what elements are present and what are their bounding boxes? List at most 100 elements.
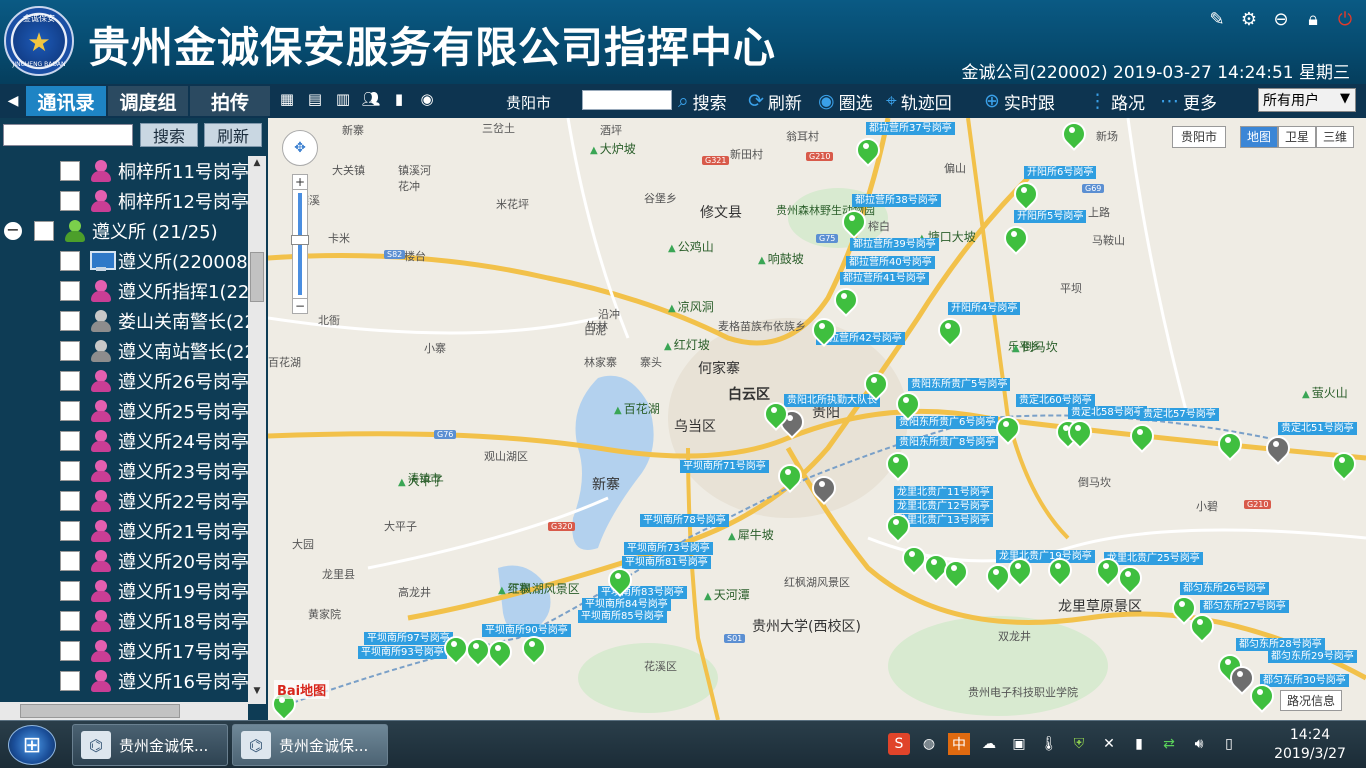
guard-post-label[interactable]: 贵定北51号岗亭	[1278, 422, 1357, 435]
tree-vertical-scrollbar[interactable]: ▲ ▼	[248, 156, 266, 704]
tree-checkbox[interactable]	[60, 641, 80, 661]
guard-location-pin[interactable]	[924, 554, 944, 580]
users-icon[interactable]: 👥︎	[360, 88, 382, 110]
tree-item[interactable]: 遵义所23号岗亭	[0, 456, 248, 486]
battery-icon[interactable]: ▯	[1218, 733, 1240, 755]
guard-post-label[interactable]: 贵阳东所贵广8号岗亭	[896, 436, 999, 449]
zoom-handle[interactable]	[291, 235, 309, 245]
guard-location-pin[interactable]	[902, 546, 922, 572]
circle-select-button[interactable]: ◉ 圈选	[818, 88, 873, 114]
hscroll-thumb[interactable]	[20, 704, 180, 718]
tree-item[interactable]: 遵义所17号岗亭	[0, 636, 248, 666]
map-city-selector[interactable]: 贵阳市	[1172, 126, 1227, 148]
tree-checkbox[interactable]	[60, 161, 80, 181]
guard-post-label[interactable]: 平坝南所73号岗亭	[624, 542, 713, 555]
zoom-slider[interactable]: + −	[291, 174, 309, 314]
sync-icon[interactable]: ⇄	[1158, 733, 1180, 755]
taskbar-app-1[interactable]: ⌬ 贵州金诚保...	[72, 724, 228, 766]
guard-post-label[interactable]: 贵定北58号岗亭	[1068, 406, 1147, 419]
refresh-button[interactable]: ⟳ 刷新	[748, 88, 802, 114]
guard-location-pin-offline[interactable]	[1230, 666, 1250, 692]
tree-item[interactable]: 遵义所24号岗亭	[0, 426, 248, 456]
map-search-input[interactable]	[582, 90, 672, 110]
guard-location-pin[interactable]	[1014, 182, 1034, 208]
tree-item[interactable]: 桐梓所11号岗亭	[0, 156, 248, 186]
guard-location-pin[interactable]	[1048, 558, 1068, 584]
gear-icon[interactable]: ⚙	[1238, 8, 1260, 30]
guard-location-pin[interactable]	[1130, 424, 1150, 450]
tree-item[interactable]: 遵义所指挥1(22	[0, 276, 248, 306]
tree-checkbox[interactable]	[60, 521, 80, 541]
cloud-icon[interactable]: ☁	[978, 733, 1000, 755]
tab-contacts[interactable]: 通讯录	[26, 86, 106, 116]
tree-checkbox[interactable]	[60, 251, 80, 271]
guard-location-pin[interactable]	[812, 318, 832, 344]
tree-checkbox[interactable]	[60, 461, 80, 481]
guard-location-pin[interactable]	[864, 372, 884, 398]
guard-location-pin[interactable]	[1008, 558, 1028, 584]
guard-location-pin[interactable]	[896, 392, 916, 418]
tree-item[interactable]: 遵义所26号岗亭	[0, 366, 248, 396]
traffic-info-button[interactable]: 路况信息	[1280, 690, 1343, 711]
zoom-out-button[interactable]: −	[292, 298, 308, 314]
scroll-up-icon[interactable]: ▲	[248, 158, 266, 174]
guard-location-pin[interactable]	[1068, 420, 1088, 446]
guard-location-pin[interactable]	[1218, 432, 1238, 458]
volume-icon[interactable]: 🔊︎	[1188, 733, 1210, 755]
guard-post-label[interactable]: 开阳所4号岗亭	[948, 302, 1021, 315]
guard-location-pin[interactable]	[1062, 122, 1082, 148]
guard-post-label[interactable]: 都匀东所26号岗亭	[1180, 582, 1269, 595]
contact-refresh-button[interactable]: 刷新	[204, 123, 262, 147]
tree-item[interactable]: 遵义所16号岗亭	[0, 666, 248, 696]
guard-post-label[interactable]: 龙里北贵广25号岗亭	[1104, 552, 1203, 565]
guard-post-label[interactable]: 都匀东所27号岗亭	[1200, 600, 1289, 613]
tree-checkbox[interactable]	[60, 581, 80, 601]
lock-icon[interactable]: 🔒︎	[1302, 8, 1324, 30]
guard-location-pin[interactable]	[886, 514, 906, 540]
guard-post-label[interactable]: 贵定北60号岗亭	[1016, 394, 1095, 407]
map-type-standard[interactable]: 地图	[1240, 126, 1279, 148]
tree-item[interactable]: 娄山关南警长(22	[0, 306, 248, 336]
map-type-satellite[interactable]: 卫星	[1278, 126, 1317, 148]
minimize-icon[interactable]: ⊖	[1270, 8, 1292, 30]
guard-post-label[interactable]: 平坝南所97号岗亭	[364, 632, 453, 645]
collapse-icon[interactable]: −	[4, 222, 22, 240]
tree-item[interactable]: 遵义所19号岗亭	[0, 576, 248, 606]
taskbar-app-2[interactable]: ⌬ 贵州金诚保...	[232, 724, 388, 766]
guard-location-pin[interactable]	[608, 568, 628, 594]
guard-location-pin[interactable]	[1118, 566, 1138, 592]
tree-item[interactable]: 遵义南站警长(22	[0, 336, 248, 366]
guard-location-pin[interactable]	[986, 564, 1006, 590]
guard-post-label[interactable]: 都拉营所39号岗亭	[850, 238, 939, 251]
user-filter-select[interactable]: 所有用户 ▼	[1258, 88, 1356, 112]
tree-checkbox[interactable]	[60, 311, 80, 331]
guard-post-label[interactable]: 开阳所5号岗亭	[1014, 210, 1087, 223]
guard-post-label[interactable]: 开阳所6号岗亭	[1024, 166, 1097, 179]
tab-photo-upload[interactable]: 拍传	[190, 86, 270, 116]
guard-post-label[interactable]: 龙里北贵广12号岗亭	[894, 500, 993, 513]
wechat-icon[interactable]: ◍	[918, 733, 940, 755]
system-clock[interactable]: 14:24 2019/3/27	[1270, 726, 1350, 764]
guard-location-pin[interactable]	[1004, 226, 1024, 252]
guard-location-pin[interactable]	[856, 138, 876, 164]
guard-post-label[interactable]: 平坝南所85号岗亭	[578, 610, 667, 623]
guard-location-pin[interactable]	[886, 452, 906, 478]
guard-location-pin[interactable]	[1332, 452, 1352, 478]
tree-checkbox[interactable]	[60, 611, 80, 631]
guard-location-pin[interactable]	[944, 560, 964, 586]
tree-item[interactable]: 遵义所21号岗亭	[0, 516, 248, 546]
tree-checkbox[interactable]	[60, 551, 80, 571]
traffic-button[interactable]: ⋮ 路况	[1088, 88, 1145, 114]
more-button[interactable]: ⋯ 更多	[1160, 88, 1217, 114]
document-icon[interactable]: ▮	[388, 88, 410, 110]
tree-item[interactable]: 遵义所22号岗亭	[0, 486, 248, 516]
tree-checkbox[interactable]	[60, 281, 80, 301]
tab-dispatch-group[interactable]: 调度组	[108, 86, 188, 116]
guard-location-pin[interactable]	[466, 638, 486, 664]
tree-item[interactable]: − 遵义所 (21/25)	[0, 216, 248, 246]
signal-icon[interactable]: ▮	[1128, 733, 1150, 755]
location-icon[interactable]: ◉	[416, 88, 438, 110]
tree-item[interactable]: 遵义所25号岗亭	[0, 396, 248, 426]
guard-location-pin[interactable]	[444, 636, 464, 662]
collapse-arrow-icon[interactable]: ◀	[0, 86, 26, 116]
